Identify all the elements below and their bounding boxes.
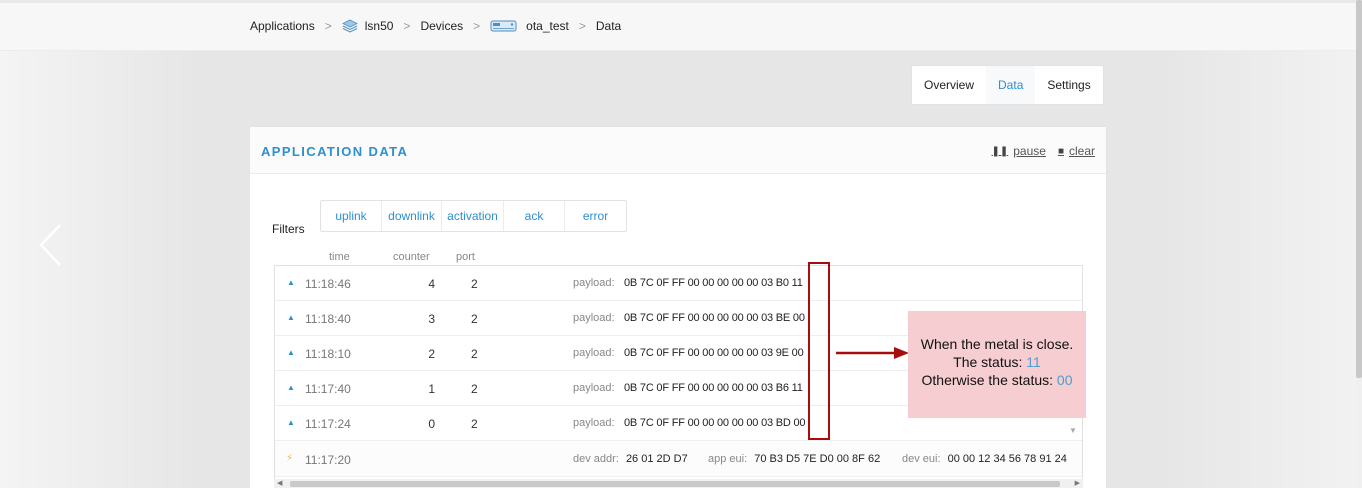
page-scrollbar[interactable]: [1356, 0, 1362, 488]
breadcrumb-separator: >: [578, 19, 586, 33]
breadcrumb-separator: >: [403, 19, 411, 33]
stack-icon: [341, 19, 358, 33]
column-header-counter: counter: [393, 251, 430, 263]
triangle-up-icon[interactable]: ▲: [287, 313, 295, 322]
dev-eui-value: 00 00 12 34 56 78 91 24: [947, 453, 1067, 465]
dev-eui-label: dev eui:: [902, 453, 941, 465]
annotation-line-1: When the metal is close.: [920, 336, 1074, 352]
chevron-left-icon[interactable]: [36, 222, 66, 268]
table-row-activation[interactable]: ⚡ 11:17:20 dev addr: 26 01 2D D7 app eui…: [275, 442, 1082, 477]
triangle-up-icon[interactable]: ▲: [287, 418, 295, 427]
annotation-status-otherwise: 00: [1056, 372, 1073, 388]
table-scrollbar-thumb[interactable]: [290, 481, 1060, 487]
row-counter: 3: [428, 312, 435, 326]
dev-addr-value: 26 01 2D D7: [625, 453, 688, 465]
row-time: 11:17:40: [305, 382, 351, 396]
pause-label: pause: [1013, 144, 1046, 158]
annotation-line-3: Otherwise the status: 00: [908, 371, 1086, 389]
table-row[interactable]: ▲ 11:18:46 4 2 payload: 0B 7C 0F FF 00 0…: [275, 266, 1082, 301]
row-port: 2: [471, 277, 478, 291]
filter-error[interactable]: error: [565, 201, 626, 231]
dev-addr-label: dev addr:: [573, 453, 619, 465]
triangle-down-icon[interactable]: ▼: [1069, 426, 1077, 435]
row-counter: 1: [428, 382, 435, 396]
row-payload: 0B 7C 0F FF 00 00 00 00 00 03 BE 00: [624, 312, 805, 324]
status-byte-highlight: [808, 262, 830, 440]
breadcrumb-device-ota-test[interactable]: ota_test: [526, 19, 569, 33]
row-time: 11:18:40: [305, 312, 351, 326]
panel-actions: ❚❚ pause ■ clear: [991, 144, 1095, 158]
device-tabs: Overview Data Settings: [911, 65, 1104, 105]
annotation-note: When the metal is close. The status: 11 …: [908, 311, 1086, 418]
panel-title: APPLICATION DATA: [261, 144, 409, 159]
breadcrumb-devices[interactable]: Devices: [420, 19, 463, 33]
row-payload: 0B 7C 0F FF 00 00 00 00 00 03 9E 00: [624, 347, 804, 359]
breadcrumb-bar: Applications > lsn50 > Devices > ota_tes…: [0, 3, 1356, 51]
panel-header: APPLICATION DATA ❚❚ pause ■ clear: [250, 127, 1106, 174]
row-payload: 0B 7C 0F FF 00 00 00 00 00 03 B0 11: [624, 277, 803, 289]
breadcrumb-separator: >: [324, 19, 332, 33]
filters-label: Filters: [272, 222, 305, 236]
row-port: 2: [471, 417, 478, 431]
breadcrumb-data: Data: [595, 19, 622, 33]
triangle-up-icon[interactable]: ▲: [287, 348, 295, 357]
filter-uplink[interactable]: uplink: [321, 201, 382, 231]
row-time: 11:17:24: [305, 417, 351, 431]
filter-group: uplink downlink activation ack error: [320, 200, 627, 232]
annotation-line-3-prefix: Otherwise the status:: [921, 372, 1057, 388]
lightning-icon[interactable]: ⚡: [286, 453, 293, 464]
page-scrollbar-thumb[interactable]: [1356, 0, 1362, 378]
filter-downlink[interactable]: downlink: [382, 201, 442, 231]
table-horizontal-scrollbar[interactable]: ◀ ▶: [274, 479, 1083, 488]
row-counter: 0: [428, 417, 435, 431]
scroll-right-icon[interactable]: ▶: [1075, 479, 1080, 487]
breadcrumb: Applications > lsn50 > Devices > ota_tes…: [250, 19, 621, 33]
pause-icon: ❚❚: [991, 145, 1009, 157]
filter-activation[interactable]: activation: [442, 201, 504, 231]
row-payload-label: payload:: [573, 312, 615, 324]
breadcrumb-application-lsn50[interactable]: lsn50: [365, 19, 394, 33]
row-payload-label: payload:: [573, 347, 615, 359]
app-eui-value: 70 B3 D5 7E D0 00 8F 62: [754, 453, 881, 465]
row-counter: 2: [428, 347, 435, 361]
filter-ack[interactable]: ack: [504, 201, 565, 231]
row-payload: 0B 7C 0F FF 00 00 00 00 00 03 B6 11: [624, 382, 803, 394]
row-time: 11:18:46: [305, 277, 351, 291]
row-time: 11:17:20: [305, 453, 351, 467]
column-header-port: port: [456, 251, 475, 263]
tab-overview[interactable]: Overview: [912, 66, 986, 104]
row-counter: 4: [428, 277, 435, 291]
clear-button[interactable]: ■ clear: [1058, 144, 1095, 158]
row-port: 2: [471, 382, 478, 396]
clear-label: clear: [1068, 144, 1095, 158]
triangle-up-icon[interactable]: ▲: [287, 383, 295, 392]
row-time: 11:18:10: [305, 347, 351, 361]
app-eui: app eui: 70 B3 D5 7E D0 00 8F 62: [708, 453, 880, 465]
row-payload-label: payload:: [573, 277, 615, 289]
arrow-right-icon: [836, 347, 909, 359]
app-eui-label: app eui:: [708, 453, 748, 465]
row-port: 2: [471, 347, 478, 361]
dev-eui: dev eui: 00 00 12 34 56 78 91 24: [902, 453, 1067, 465]
row-payload-label: payload:: [573, 382, 615, 394]
triangle-up-icon[interactable]: ▲: [287, 278, 295, 287]
row-payload-label: payload:: [573, 417, 615, 429]
application-data-panel: APPLICATION DATA ❚❚ pause ■ clear Filter…: [249, 126, 1107, 488]
breadcrumb-separator: >: [473, 19, 481, 33]
column-header-time: time: [329, 251, 350, 263]
breadcrumb-applications[interactable]: Applications: [250, 19, 315, 33]
pause-button[interactable]: ❚❚ pause: [991, 144, 1045, 158]
annotation-status-close: 11: [1026, 354, 1041, 370]
scroll-left-icon[interactable]: ◀: [277, 479, 282, 487]
device-icon: [490, 20, 517, 32]
row-port: 2: [471, 312, 478, 326]
row-payload: 0B 7C 0F FF 00 00 00 00 00 03 BD 00: [624, 417, 806, 429]
annotation-line-2-prefix: The status:: [953, 354, 1027, 370]
dev-addr: dev addr: 26 01 2D D7: [573, 453, 688, 465]
annotation-line-2: The status: 11: [908, 353, 1086, 371]
tab-data[interactable]: Data: [986, 66, 1036, 104]
trash-icon: ■: [1057, 145, 1064, 157]
tab-settings[interactable]: Settings: [1035, 66, 1102, 104]
